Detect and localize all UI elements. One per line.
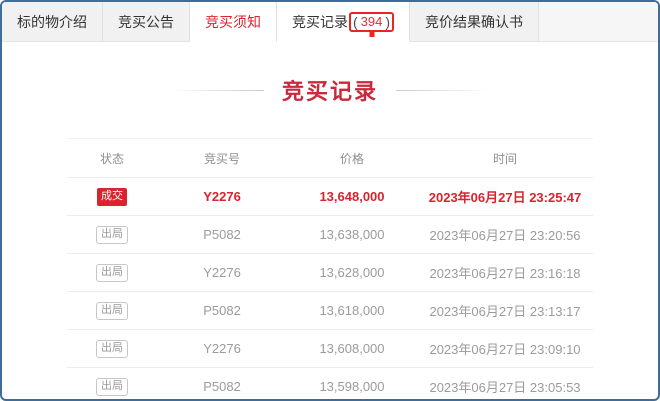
paren-close: ) [385,14,390,30]
bidder-cell: Y2276 [157,341,287,356]
price-cell: 13,628,000 [287,265,417,280]
price-cell: 13,608,000 [287,341,417,356]
status-badge: 出局 [96,302,128,319]
table-row: 出局 Y2276 13,628,000 2023年06月27日 23:16:18 [67,253,593,291]
header-bidder: 竞买号 [157,150,287,167]
bidder-cell: P5082 [157,227,287,242]
header-time: 时间 [417,150,593,167]
time-cell: 2023年06月27日 23:09:10 [417,339,593,358]
tab-bar-filler [539,2,658,42]
time-cell: 2023年06月27日 23:13:17 [417,301,593,320]
table-row: 出局 P5082 13,618,000 2023年06月27日 23:13:17 [67,291,593,329]
tab-bid-announcement[interactable]: 竞买公告 [103,2,190,42]
bid-count: 394 [361,14,383,29]
bidder-cell: Y2276 [157,265,287,280]
page-title: 竞买记录 [282,74,378,106]
tab-bid-records[interactable]: 竞买记录 ( 394 ) [277,2,410,42]
header-status: 状态 [67,150,157,167]
bidder-cell: Y2276 [157,189,287,204]
title-decor-line-right [396,90,491,91]
status-badge: 出局 [96,264,128,281]
count-annotation-box: ( 394 ) [349,12,394,32]
auction-page-frame: 标的物介绍 竞买公告 竞买须知 竞买记录 ( 394 ) 竞价结果确认书 竞买记… [0,0,660,401]
status-badge: 成交 [97,188,127,205]
tab-result-confirmation[interactable]: 竞价结果确认书 [410,2,539,42]
price-cell: 13,638,000 [287,227,417,242]
time-cell: 2023年06月27日 23:05:53 [417,377,593,396]
paren-open: ( [353,14,358,30]
section-title-wrap: 竞买记录 [2,72,658,108]
status-badge: 出局 [96,378,128,395]
header-price: 价格 [287,150,417,167]
table-row: 成交 Y2276 13,648,000 2023年06月27日 23:25:47 [67,177,593,215]
status-badge: 出局 [96,226,128,243]
time-cell: 2023年06月27日 23:25:47 [417,187,593,206]
tab-bar: 标的物介绍 竞买公告 竞买须知 竞买记录 ( 394 ) 竞价结果确认书 [2,2,658,42]
tab-subject-intro[interactable]: 标的物介绍 [2,2,103,42]
tab-bid-records-label: 竞买记录 [292,12,348,32]
status-badge: 出局 [96,340,128,357]
price-cell: 13,598,000 [287,379,417,394]
table-header-row: 状态 竞买号 价格 时间 [67,138,593,177]
table-row: 出局 P5082 13,598,000 2023年06月27日 23:05:53 [67,367,593,401]
time-cell: 2023年06月27日 23:16:18 [417,263,593,282]
bidder-cell: P5082 [157,379,287,394]
price-cell: 13,618,000 [287,303,417,318]
price-cell: 13,648,000 [287,189,417,204]
table-row: 出局 P5082 13,638,000 2023年06月27日 23:20:56 [67,215,593,253]
tab-bid-instructions[interactable]: 竞买须知 [190,2,277,42]
bidder-cell: P5082 [157,303,287,318]
table-row: 出局 Y2276 13,608,000 2023年06月27日 23:09:10 [67,329,593,367]
bid-records-table: 状态 竞买号 价格 时间 成交 Y2276 13,648,000 2023年06… [67,138,593,401]
title-decor-line-left [169,90,264,91]
time-cell: 2023年06月27日 23:20:56 [417,225,593,244]
